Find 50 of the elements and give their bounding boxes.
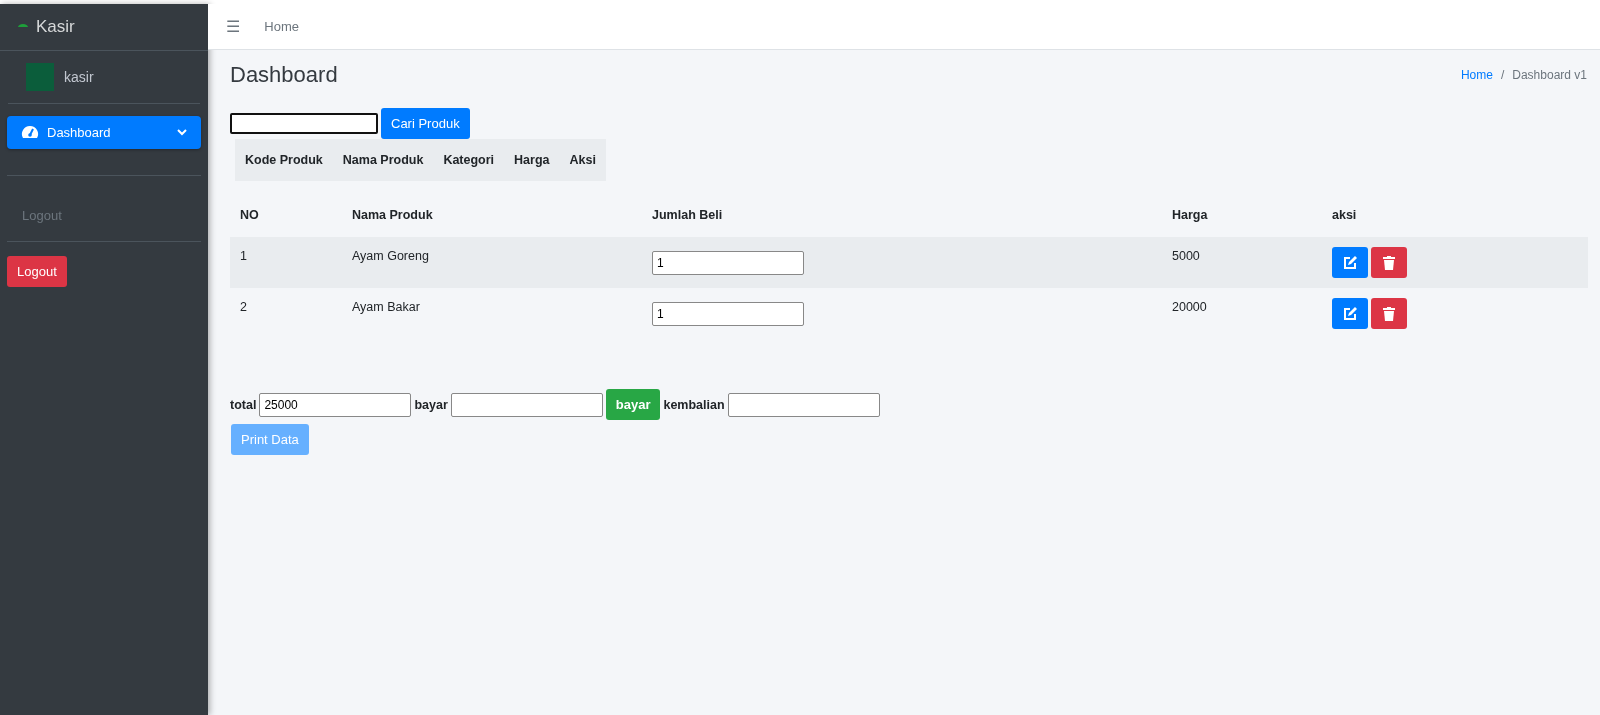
column-header: aksi xyxy=(1332,208,1358,222)
delete-button[interactable] xyxy=(1371,298,1407,329)
breadcrumb-link[interactable]: Home xyxy=(1460,68,1493,82)
pay-field[interactable] xyxy=(450,392,603,417)
sidebar-item[interactable]: Dashboard xyxy=(7,116,201,149)
change-label: kembalian xyxy=(663,397,725,412)
column-header: NO xyxy=(240,208,260,222)
user-name[interactable]: kasir xyxy=(64,69,94,85)
user-avatar xyxy=(26,63,54,91)
column-header: Nama Produk xyxy=(352,208,434,222)
brand-logo-icon xyxy=(18,24,28,30)
table-cell-text: Ayam Goreng xyxy=(352,248,430,263)
edit-button[interactable] xyxy=(1332,247,1368,278)
change-field[interactable] xyxy=(727,392,880,417)
total-field[interactable]: 25000 xyxy=(259,392,412,417)
column-header: Kode Produk xyxy=(245,153,323,167)
table-cell-text: Ayam Bakar xyxy=(352,299,421,314)
column-header: Jumlah Beli xyxy=(652,208,724,222)
table-cell-text: 5000 xyxy=(1172,248,1201,263)
column-header: Kategori xyxy=(443,153,495,167)
column-header: Harga xyxy=(514,153,550,167)
total-label: total xyxy=(230,397,257,412)
trash-icon xyxy=(1383,306,1395,321)
column-header: Harga xyxy=(1172,208,1209,222)
table-cell-text: 1 xyxy=(240,248,248,263)
edit-icon xyxy=(1343,306,1357,321)
trash-icon xyxy=(1383,255,1395,270)
gauge-icon xyxy=(21,124,39,141)
breadcrumb-separator: / xyxy=(1500,68,1505,82)
edit-button[interactable] xyxy=(1332,298,1368,329)
chevron-icon xyxy=(177,129,187,136)
quantity-field[interactable]: 1 xyxy=(652,250,804,275)
search-button[interactable]: Cari Produk xyxy=(381,108,470,139)
table-cell-text: 20000 xyxy=(1172,299,1208,314)
menu-icon[interactable]: ☰ xyxy=(226,17,241,36)
logout-button[interactable]: Logout xyxy=(7,256,67,287)
brand-name: Kasir xyxy=(36,17,75,37)
nav-link[interactable]: Home xyxy=(264,19,300,34)
table-cell-text: 2 xyxy=(240,299,248,314)
pay-button[interactable]: bayar xyxy=(605,389,661,420)
page-title: Dashboard xyxy=(229,62,338,88)
column-header: Aksi xyxy=(569,153,596,167)
pay-label: bayar xyxy=(414,397,448,412)
logout-link[interactable]: Logout xyxy=(7,176,201,242)
quantity-field[interactable]: 1 xyxy=(652,301,804,326)
search-field[interactable] xyxy=(230,113,378,134)
delete-button[interactable] xyxy=(1371,247,1407,278)
edit-icon xyxy=(1343,255,1357,270)
column-header: Nama Produk xyxy=(342,153,424,167)
breadcrumb-current: Dashboard v1 xyxy=(1512,68,1587,82)
